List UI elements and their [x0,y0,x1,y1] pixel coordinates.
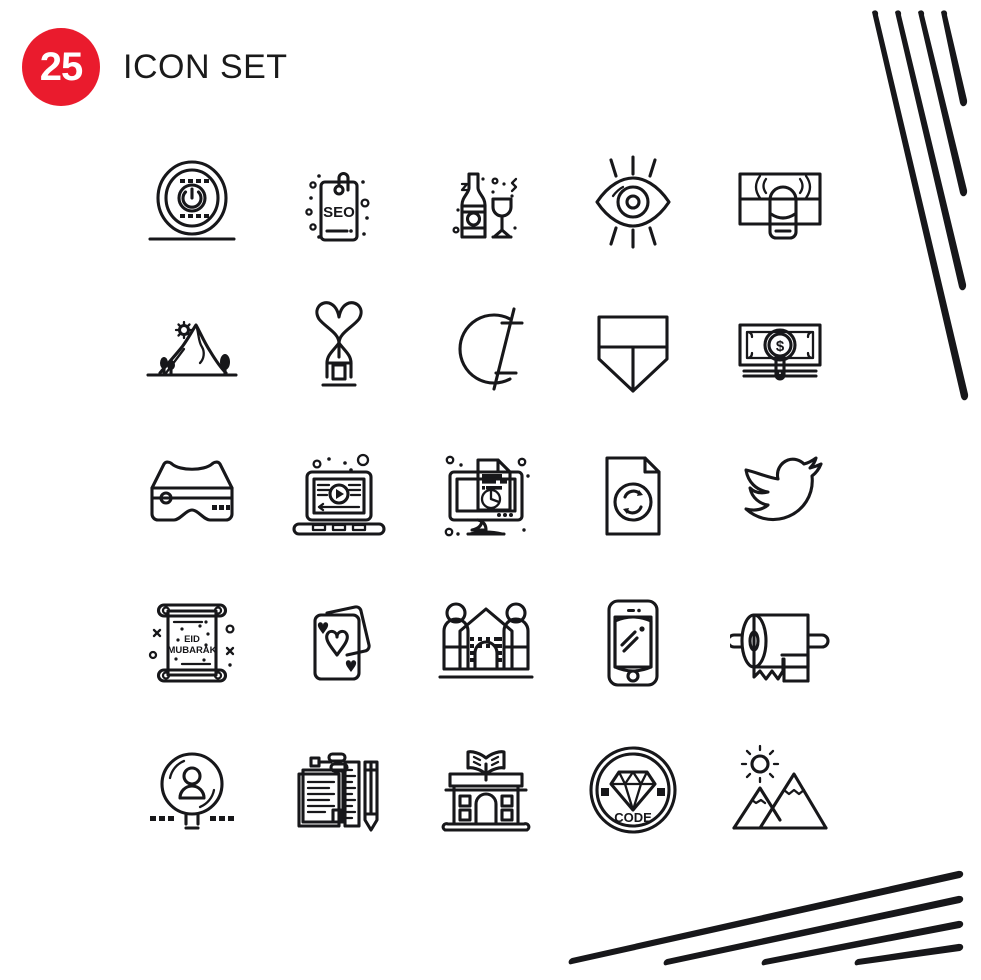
icon-cell-laptop-video[interactable] [265,422,412,569]
icon-cell-eid-mubarak-scroll[interactable]: EID MUBARAK [118,569,265,716]
icon-cell-female-heart-symbol[interactable] [265,275,412,422]
icon-grid: SEO $ EID MUBARAK CODE [118,128,853,863]
icon-cell-file-sync[interactable] [559,422,706,569]
icon-cell-vr-glasses[interactable] [118,422,265,569]
icon-cell-user-search[interactable] [118,716,265,863]
icon-cell-mountain-landscape[interactable] [118,275,265,422]
icon-cell-tap-gesture[interactable] [706,128,853,275]
icon-cell-stationery-supplies[interactable] [265,716,412,863]
icon-cell-toilet-paper[interactable] [706,569,853,716]
icon-cell-money-search[interactable]: $ [706,275,853,422]
icon-cell-code-diamond-badge[interactable]: CODE [559,716,706,863]
icon-cell-community-building[interactable] [412,569,559,716]
icon-cell-mountains-sun[interactable] [706,716,853,863]
icon-cell-power-button[interactable] [118,128,265,275]
count-badge-label: 25 [39,44,83,89]
svg-text:$: $ [775,338,784,355]
header: 25 ICON SET [22,28,288,106]
svg-text:CODE: CODE [614,810,652,825]
icon-cell-seo-tag[interactable]: SEO [265,128,412,275]
icon-cell-smartphone[interactable] [559,569,706,716]
count-badge: 25 [22,28,100,106]
diagonal-strokes-top-right [872,10,969,401]
icon-cell-shield-badge[interactable] [559,275,706,422]
icon-set-page: 25 ICON SET SEO $ EID MUBARAK CODE [0,0,981,980]
icon-cell-school-building[interactable] [412,716,559,863]
icon-cell-monitor-report[interactable] [412,422,559,569]
icon-cell-playing-cards[interactable] [265,569,412,716]
svg-text:SEO: SEO [323,204,355,221]
icon-cell-twitter-bird[interactable] [706,422,853,569]
svg-text:EID: EID [184,634,200,645]
icon-cell-wine-bottle-glass[interactable] [412,128,559,275]
page-title: ICON SET [123,47,288,86]
icon-cell-cent-currency[interactable] [412,275,559,422]
svg-text:MUBARAK: MUBARAK [167,645,216,656]
icon-cell-eye-vision[interactable] [559,128,706,275]
diagonal-strokes-bottom-right [568,870,964,966]
